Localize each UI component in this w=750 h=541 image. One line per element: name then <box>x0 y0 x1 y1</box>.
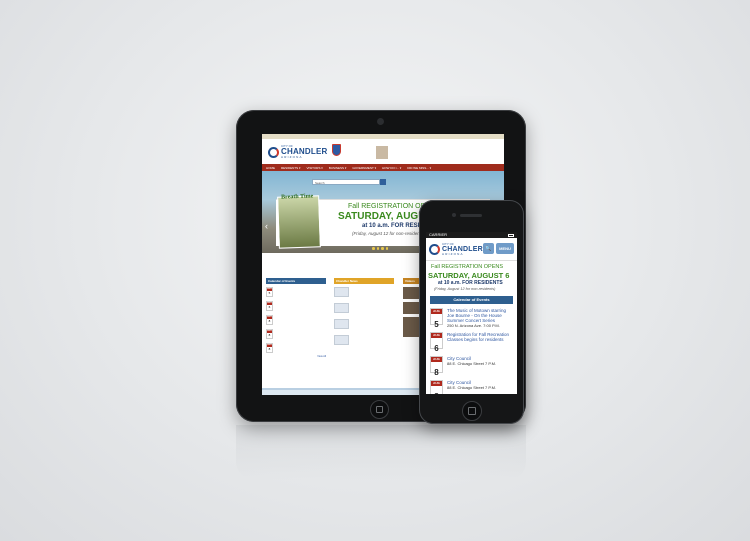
date-badge: AUG8 <box>266 315 273 325</box>
nav-item-how-do-i[interactable]: HOW DO I... ▾ <box>382 166 401 170</box>
header-promo-image[interactable] <box>376 146 388 159</box>
list-item[interactable]: AUG 6 <box>266 301 326 312</box>
carousel-dots[interactable] <box>372 247 388 250</box>
calendar-column: Calendar of Events AUG 5 AUG 6 AUG 8 AUG 8 <box>266 278 326 358</box>
camera-icon <box>377 118 384 125</box>
event-title[interactable]: Registration for Fall Recreation Classes… <box>447 332 513 342</box>
date-badge: AUG 8 <box>430 380 443 394</box>
site-header: CITY OF CHANDLER ARIZONA <box>262 139 504 164</box>
camera-icon <box>452 213 456 217</box>
event-month: AUG <box>431 357 442 362</box>
event-day: 8 <box>434 392 438 394</box>
banner-photo-title: Breath Time <box>281 193 314 201</box>
list-item[interactable] <box>334 319 394 332</box>
banner-photo: Breath Time <box>277 193 321 249</box>
news-thumbnail <box>334 335 349 345</box>
logo-state: ARIZONA <box>281 155 303 159</box>
date-badge: AUG 6 <box>430 332 443 353</box>
reg-friday-text: (Friday, August 12 for non-residents) <box>352 231 425 236</box>
list-item[interactable]: AUG 8 <box>266 329 326 340</box>
list-item[interactable]: AUG 8 <box>266 343 326 354</box>
event-location: 88 E. Chicago Street 7 P.M. <box>447 385 497 390</box>
news-heading: Chandler News <box>334 278 394 284</box>
event-location: 88 E. Chicago Street 7 P.M. <box>447 361 497 366</box>
calendar-heading: Calendar of Events <box>266 278 326 284</box>
nav-item-government[interactable]: GOVERNMENT ▾ <box>352 166 376 170</box>
event-month: AUG <box>431 381 442 386</box>
nav-item-visitors[interactable]: VISITORS ▾ <box>307 166 323 170</box>
main-nav: HOME RESIDENTS ▾ VISITORS ▾ BUSINESS ▾ G… <box>262 164 504 171</box>
reg-friday-text: (Friday, August 12 for non-residents) <box>434 287 496 291</box>
mobile-header: CITY OF CHANDLER ARIZONA 🔍 MENU <box>426 238 517 261</box>
shield-badge-icon[interactable] <box>332 144 341 156</box>
view-all-link[interactable]: View All <box>266 355 326 358</box>
menu-button[interactable]: MENU <box>496 243 514 254</box>
date-badge: AUG 5 <box>266 287 273 297</box>
list-item[interactable]: AUG8 City Council 88 E. Chicago Street 7… <box>430 356 513 377</box>
list-item[interactable] <box>334 287 394 300</box>
home-button[interactable] <box>462 401 482 421</box>
nav-item-home[interactable]: HOME <box>266 166 275 170</box>
event-month: AUG <box>431 333 442 338</box>
list-item[interactable]: AUG 8 <box>266 315 326 326</box>
list-item[interactable]: AUG8 City Council 88 E. Chicago Street 7… <box>430 380 513 394</box>
date-badge: AUG8 <box>266 343 273 353</box>
site-logo[interactable]: CITY OF CHANDLER ARIZONA <box>268 145 328 159</box>
list-item[interactable]: AUG 5 The Music of Motown starring Joe Bo… <box>430 308 513 329</box>
phone-screen: CARRIER CITY OF CHANDLER ARIZONA 🔍 MENU … <box>426 232 517 394</box>
news-thumbnail <box>334 303 349 313</box>
phone-device: CARRIER CITY OF CHANDLER ARIZONA 🔍 MENU … <box>419 200 524 424</box>
battery-icon <box>508 233 514 237</box>
search-icon: 🔍 <box>485 246 492 252</box>
list-item[interactable] <box>334 335 394 348</box>
event-day: 5 <box>434 320 439 329</box>
chandler-seal-icon <box>268 146 279 158</box>
date-badge: AUG 8 <box>430 356 443 377</box>
calendar-heading: Calendar of Events <box>430 296 513 304</box>
event-month: AUG <box>431 309 442 314</box>
news-column: Chandler News <box>334 278 394 358</box>
carousel-prev-icon[interactable]: ‹ <box>265 221 268 231</box>
reg-opens-text: Fall REGISTRATION OPENS <box>431 264 504 270</box>
list-item[interactable] <box>334 303 394 316</box>
news-thumbnail <box>334 319 349 329</box>
search-icon[interactable] <box>380 179 386 185</box>
date-badge: AUG 6 <box>266 301 273 311</box>
event-location: 250 N. Arizona Ave. 7:00 P.M. <box>447 323 500 328</box>
carrier-label: CARRIER <box>429 232 448 237</box>
date-badge: AUG8 <box>266 329 273 339</box>
home-button[interactable] <box>370 400 389 419</box>
chandler-seal-icon <box>429 244 440 255</box>
list-item[interactable]: AUG 5 <box>266 287 326 298</box>
site-logo[interactable]: CITY OF CHANDLER ARIZONA <box>429 243 483 256</box>
nav-item-residents[interactable]: RESIDENTS ▾ <box>281 166 301 170</box>
news-thumbnail <box>334 287 349 297</box>
nav-item-business[interactable]: BUSINESS ▾ <box>329 166 347 170</box>
speaker-grille <box>460 214 482 217</box>
reg-date-text: SATURDAY, AUGUST 6 <box>428 271 510 280</box>
event-title[interactable]: The Music of Motown starring Joe Bourne … <box>447 308 513 323</box>
nav-item-did-we-miss[interactable]: DID WE MISS... ▾ <box>407 166 431 170</box>
device-reflection <box>236 425 526 480</box>
list-item[interactable]: AUG 6 Registration for Fall Recreation Cl… <box>430 332 513 353</box>
logo-state: ARIZONA <box>442 252 464 256</box>
search-input[interactable]: Search <box>312 179 380 185</box>
date-badge: AUG 5 <box>430 308 443 329</box>
event-day: 6 <box>434 344 439 353</box>
search-button[interactable]: 🔍 <box>483 243 494 254</box>
event-day: 8 <box>434 368 439 377</box>
reg-time-text: at 10 a.m. FOR RESIDENTS <box>438 280 503 286</box>
registration-banner[interactable]: Fall REGISTRATION OPENS SATURDAY, AUGUST… <box>426 261 517 295</box>
